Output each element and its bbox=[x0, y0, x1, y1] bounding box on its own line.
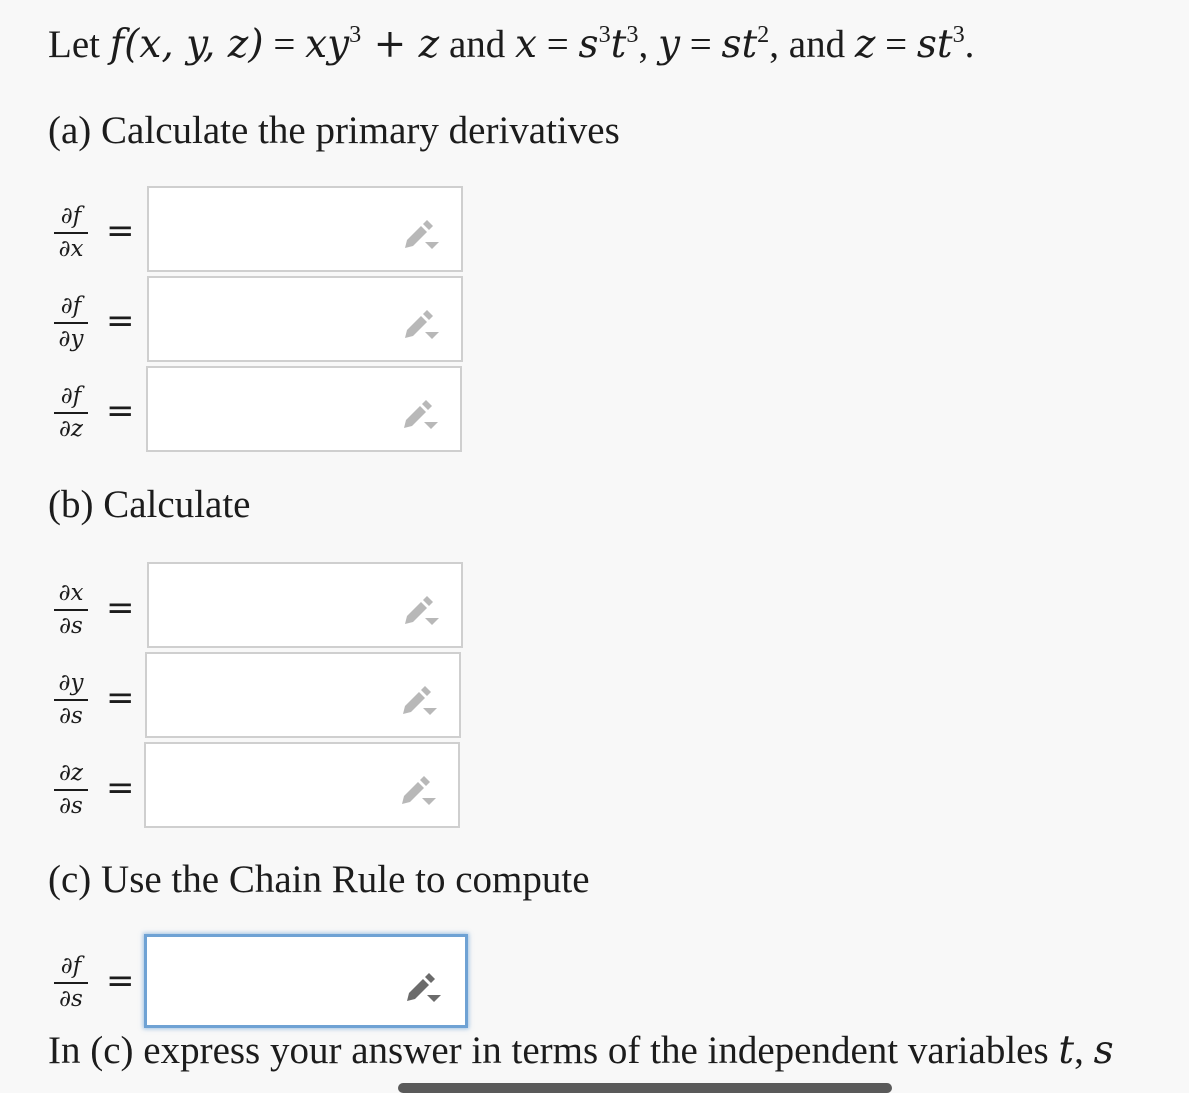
problem-z-expr: st bbox=[916, 22, 953, 67]
equals-sign: = bbox=[106, 301, 135, 341]
answer-field-dz-ds[interactable] bbox=[144, 742, 460, 828]
answer-field-dy-ds[interactable] bbox=[145, 652, 461, 738]
problem-y-expr: st bbox=[721, 22, 758, 67]
problem-and-1: and bbox=[439, 23, 516, 66]
fraction-dz-ds: ∂z ∂s bbox=[52, 762, 90, 818]
answer-field-df-dz[interactable] bbox=[146, 366, 462, 452]
fraction-dy-ds: ∂y ∂s bbox=[52, 672, 90, 728]
problem-let: Let bbox=[48, 23, 110, 66]
pencil-dropdown-icon[interactable] bbox=[399, 588, 441, 628]
fraction-numerator: ∂z bbox=[58, 760, 83, 786]
fraction-dx-ds: ∂x ∂s bbox=[52, 582, 90, 638]
footer-var-s: s bbox=[1093, 1028, 1114, 1073]
problem-f-expr-a: xy bbox=[305, 22, 350, 67]
problem-comma-and: , and bbox=[769, 23, 855, 66]
fraction-df-dz: ∂f ∂z bbox=[52, 385, 90, 441]
fraction-numerator: ∂y bbox=[58, 670, 84, 696]
fraction-denominator: ∂x bbox=[58, 236, 84, 262]
equals-sign: = bbox=[106, 678, 135, 718]
problem-x-var: x bbox=[515, 22, 538, 67]
equals-sign: = bbox=[106, 588, 135, 628]
problem-f-expr-b: + z bbox=[361, 22, 440, 67]
problem-eq-1: = bbox=[263, 23, 306, 66]
home-indicator[interactable] bbox=[398, 1083, 892, 1093]
pencil-dropdown-icon[interactable] bbox=[399, 302, 441, 342]
fraction-df-ds: ∂f ∂s bbox=[52, 955, 90, 1011]
fraction-denominator: ∂s bbox=[59, 613, 83, 639]
answer-field-df-dy[interactable] bbox=[147, 276, 463, 362]
problem-eq-3: = bbox=[679, 23, 722, 66]
problem-z-var: z bbox=[854, 22, 876, 67]
equals-sign: = bbox=[106, 211, 135, 251]
fraction-numerator: ∂f bbox=[60, 953, 82, 979]
section-a-heading: (a) Calculate the primary derivatives bbox=[48, 109, 620, 152]
equals-sign: = bbox=[106, 961, 135, 1001]
fraction-df-dx: ∂f ∂x bbox=[52, 205, 90, 261]
fraction-numerator: ∂x bbox=[58, 580, 84, 606]
problem-period: . bbox=[964, 23, 975, 66]
problem-x-t-exp: 3 bbox=[626, 21, 639, 49]
problem-x-t: t bbox=[610, 22, 627, 67]
pencil-dropdown-icon[interactable] bbox=[397, 678, 439, 718]
problem-z-exp: 3 bbox=[952, 21, 965, 49]
fraction-denominator: ∂z bbox=[58, 416, 83, 442]
answer-field-dx-ds[interactable] bbox=[147, 562, 463, 648]
problem-f-exp: 3 bbox=[349, 21, 362, 49]
fraction-numerator: ∂f bbox=[60, 203, 82, 229]
section-b-heading: (b) Calculate bbox=[48, 483, 251, 526]
fraction-denominator: ∂s bbox=[59, 703, 83, 729]
equals-sign: = bbox=[106, 768, 135, 808]
footer-instruction: In (c) express your answer in terms of t… bbox=[48, 1028, 1114, 1073]
fraction-numerator: ∂f bbox=[60, 383, 82, 409]
footer-var-t: t bbox=[1058, 1028, 1075, 1073]
pencil-dropdown-icon[interactable] bbox=[398, 392, 440, 432]
problem-eq-4: = bbox=[875, 23, 917, 66]
pencil-dropdown-icon[interactable] bbox=[399, 212, 441, 252]
fraction-numerator: ∂f bbox=[60, 293, 82, 319]
problem-comma-1: , bbox=[638, 23, 658, 66]
footer-text: In (c) express your answer in terms of t… bbox=[48, 1029, 1059, 1072]
fraction-denominator: ∂s bbox=[59, 793, 83, 819]
problem-x-s: s bbox=[578, 22, 599, 67]
answer-field-df-dx[interactable] bbox=[147, 186, 463, 272]
problem-y-exp: 2 bbox=[757, 21, 770, 49]
problem-eq-2: = bbox=[537, 23, 579, 66]
section-c-heading: (c) Use the Chain Rule to compute bbox=[48, 858, 590, 901]
problem-statement: Let f(x, y, z) = xy3 + z and x = s3t3, y… bbox=[48, 22, 974, 67]
problem-y-var: y bbox=[657, 22, 680, 67]
fraction-denominator: ∂s bbox=[59, 986, 83, 1012]
answer-field-df-ds[interactable] bbox=[144, 934, 468, 1028]
pencil-dropdown-icon[interactable] bbox=[401, 965, 443, 1005]
problem-x-s-exp: 3 bbox=[598, 21, 611, 49]
fraction-denominator: ∂y bbox=[58, 326, 84, 352]
fraction-df-dy: ∂f ∂y bbox=[52, 295, 90, 351]
footer-separator: , bbox=[1074, 1029, 1094, 1072]
equals-sign: = bbox=[106, 391, 135, 431]
pencil-dropdown-icon[interactable] bbox=[396, 768, 438, 808]
problem-function: f(x, y, z) bbox=[109, 22, 264, 67]
